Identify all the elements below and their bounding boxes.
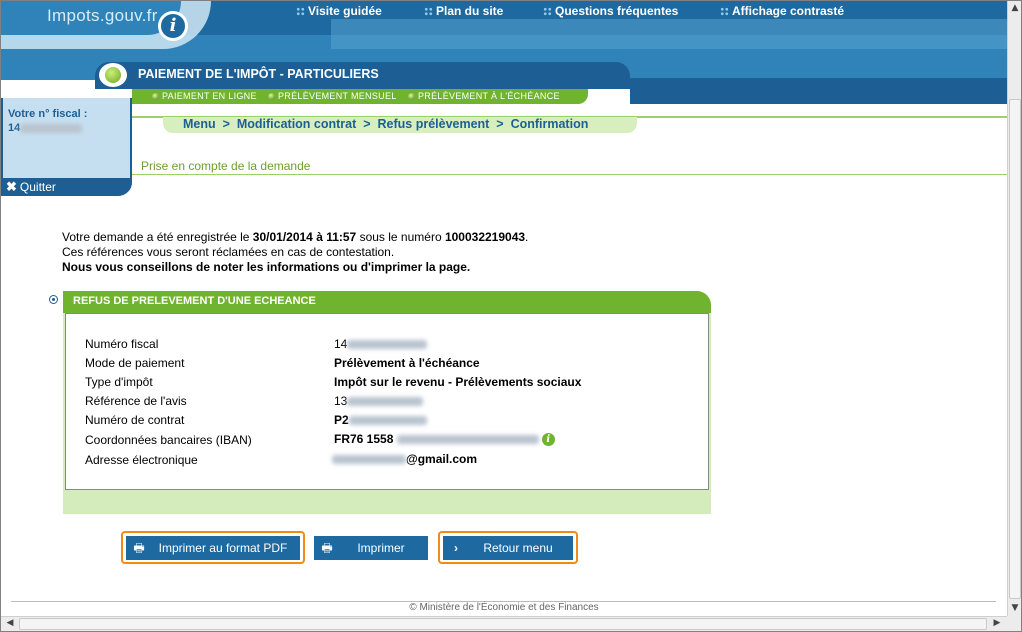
- fiscal-number-label: Votre n° fiscal :: [8, 108, 88, 120]
- row-value-type-impot: Impôt sur le revenu - Prélèvements socia…: [334, 375, 582, 389]
- button-label: Imprimer au format PDF: [158, 541, 288, 555]
- quit-label: Quitter: [19, 180, 56, 194]
- message-text: Votre demande a été enregistrée le: [62, 230, 253, 244]
- value-prefix: P2: [334, 413, 349, 427]
- section-title: REFUS DE PRELEVEMENT D'UNE ECHEANCE: [73, 295, 316, 307]
- row-value-reference-avis: 13: [334, 394, 424, 408]
- page-title: PAIEMENT DE L'IMPÔT - PARTICULIERS: [138, 67, 379, 81]
- confirmation-number: 100032219043: [444, 230, 526, 244]
- confirmation-date: 30/01/2014 à 11:57: [252, 230, 357, 244]
- scroll-up-icon[interactable]: ▲: [1008, 3, 1021, 13]
- redacted-text: [347, 397, 424, 407]
- scroll-down-icon[interactable]: ▼: [1008, 603, 1021, 613]
- bullet-icon: [408, 93, 415, 100]
- link-affichage-contraste[interactable]: Affichage contrasté: [720, 4, 844, 18]
- breadcrumb: Menu > Modification contrat > Refus prél…: [183, 117, 589, 131]
- scroll-corner: [1007, 616, 1021, 631]
- row-value-numero-fiscal: 14: [334, 337, 428, 351]
- subnav-label: PAIEMENT EN LIGNE: [162, 91, 257, 101]
- subnav-paiement-en-ligne[interactable]: PAIEMENT EN LIGNE: [152, 91, 257, 101]
- scroll-right-icon[interactable]: ▶: [990, 618, 1004, 628]
- value-prefix: 14: [334, 337, 348, 351]
- header-decoration: [331, 19, 1007, 49]
- button-label: Imprimer: [357, 541, 405, 555]
- info-icon[interactable]: i: [541, 433, 555, 447]
- divider: [132, 174, 1007, 175]
- horizontal-scroll-thumb[interactable]: [19, 618, 987, 630]
- breadcrumb-refus[interactable]: Refus prélèvement: [378, 117, 490, 131]
- site-logo[interactable]: Impots.gouv.fr: [47, 6, 158, 26]
- value-prefix: 13: [334, 394, 348, 408]
- subnav-prelevement-mensuel[interactable]: PRÉLÈVEMENT MENSUEL: [268, 91, 397, 101]
- bullet-icon: [268, 93, 275, 100]
- dots-icon: [296, 7, 305, 17]
- contestation-message: Ces références vous seront réclamées en …: [62, 245, 395, 259]
- redacted-text: [20, 123, 83, 133]
- link-plan-du-site[interactable]: Plan du site: [424, 4, 503, 18]
- row-label-adresse: Adresse électronique: [85, 453, 198, 467]
- dots-icon: [424, 7, 433, 17]
- link-label: Plan du site: [436, 4, 504, 18]
- redacted-text: [348, 416, 427, 426]
- advice-message: Nous vous conseillons de noter les infor…: [62, 260, 471, 274]
- row-label-reference-avis: Référence de l'avis: [85, 394, 187, 408]
- link-label: Visite guidée: [308, 4, 382, 18]
- redacted-text: [332, 455, 406, 465]
- row-label-mode-paiement: Mode de paiement: [85, 356, 185, 370]
- scroll-left-icon[interactable]: ◀: [3, 618, 17, 628]
- print-pdf-button[interactable]: 🖶 Imprimer au format PDF: [126, 536, 300, 560]
- close-icon: ✖: [6, 179, 17, 194]
- row-value-mode-paiement: Prélèvement à l'échéance: [334, 356, 480, 370]
- row-label-iban: Coordonnées bancaires (IBAN): [85, 433, 252, 447]
- link-visite-guidee[interactable]: Visite guidée: [296, 4, 382, 18]
- page-subtitle: Prise en compte de la demande: [141, 159, 311, 173]
- email-domain: @gmail.com: [406, 452, 478, 466]
- value-prefix: FR76 1558: [334, 432, 394, 446]
- back-menu-button[interactable]: › Retour menu: [443, 536, 573, 560]
- message-text: .: [525, 230, 529, 244]
- row-value-adresse: @gmail.com: [332, 452, 477, 466]
- footer-text: © Ministère de l'Économie et des Finance…: [409, 602, 599, 613]
- row-label-type-impot: Type d'impôt: [85, 375, 153, 389]
- dots-icon: [543, 7, 552, 17]
- breadcrumb-modification[interactable]: Modification contrat: [237, 117, 356, 131]
- breadcrumb-confirmation: Confirmation: [510, 117, 589, 131]
- vertical-scroll-thumb[interactable]: [1009, 99, 1021, 599]
- redacted-text: [347, 340, 428, 350]
- row-value-iban: FR76 1558 i: [334, 432, 555, 447]
- green-circle-icon: [99, 63, 127, 87]
- subnav-prelevement-echeance[interactable]: PRÉLÈVEMENT À L'ÉCHÉANCE: [408, 91, 560, 101]
- breadcrumb-menu[interactable]: Menu: [183, 117, 216, 131]
- section-bullet-icon: [49, 295, 58, 304]
- fiscal-number-prefix: 14: [8, 122, 21, 134]
- link-questions-frequentes[interactable]: Questions fréquentes: [543, 4, 678, 18]
- confirmation-message: Votre demande a été enregistrée le 30/01…: [62, 230, 528, 244]
- link-label: Questions fréquentes: [555, 4, 679, 18]
- browser-viewport: Impots.gouv.fr i Visite guidée Plan du s…: [0, 0, 1022, 632]
- link-label: Affichage contrasté: [732, 4, 845, 18]
- print-button[interactable]: 🖶 Imprimer: [314, 536, 428, 560]
- redacted-text: [396, 435, 539, 445]
- quit-button[interactable]: ✖ Quitter: [6, 179, 56, 195]
- dots-icon: [720, 7, 729, 17]
- row-label-numero-contrat: Numéro de contrat: [85, 413, 185, 427]
- subnav-label: PRÉLÈVEMENT MENSUEL: [278, 91, 397, 101]
- message-text: sous le numéro: [356, 230, 445, 244]
- subnav-label: PRÉLÈVEMENT À L'ÉCHÉANCE: [418, 91, 560, 101]
- title-band-extension: [630, 78, 1007, 104]
- bullet-icon: [152, 93, 159, 100]
- fiscal-number-value: 14: [8, 122, 83, 134]
- row-value-numero-contrat: P2: [334, 413, 427, 427]
- button-label: Retour menu: [483, 541, 553, 555]
- row-label-numero-fiscal: Numéro fiscal: [85, 337, 159, 351]
- info-logo-icon: i: [158, 11, 188, 41]
